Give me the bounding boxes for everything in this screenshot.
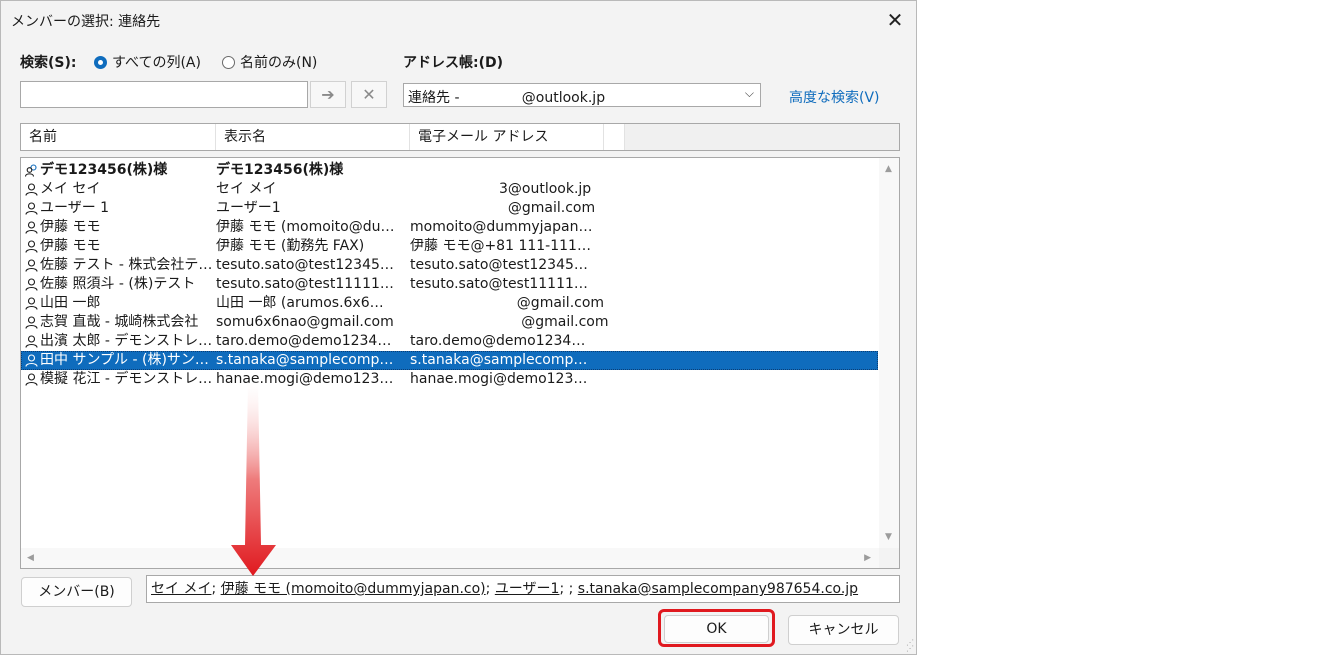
ok-button-highlight — [658, 609, 775, 647]
arrow-down-icon — [231, 382, 276, 576]
cancel-button[interactable]: キャンセル — [788, 615, 899, 645]
resize-grip-icon[interactable]: ⋰ ⋰ — [906, 639, 914, 653]
annotation-arrow — [231, 382, 276, 576]
